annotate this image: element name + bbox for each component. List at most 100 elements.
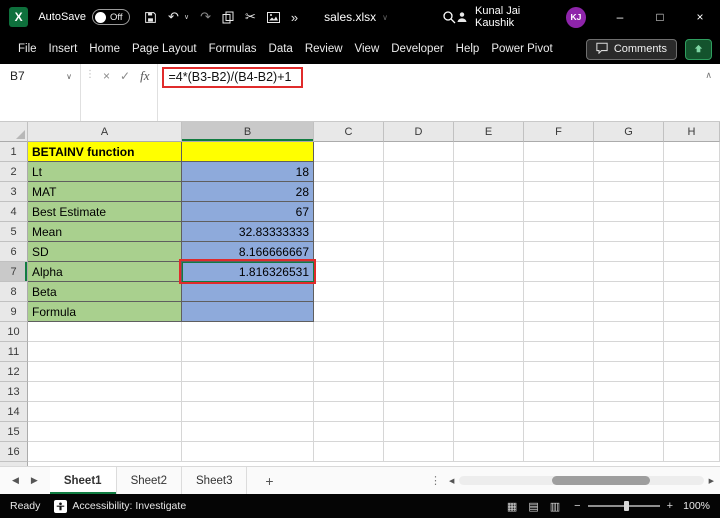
cell-E15[interactable] bbox=[454, 422, 524, 442]
cell-B6[interactable]: 8.166666667 bbox=[182, 242, 314, 262]
cell-H1[interactable] bbox=[664, 142, 720, 162]
sheet-tab-sheet3[interactable]: Sheet3 bbox=[182, 467, 247, 494]
tab-power-pivot[interactable]: Power Pivot bbox=[485, 43, 558, 55]
zoom-slider[interactable] bbox=[588, 505, 660, 507]
cell-B7[interactable]: 1.816326531 bbox=[182, 262, 314, 282]
row-header-4[interactable]: 4 bbox=[0, 202, 28, 222]
cell-G14[interactable] bbox=[594, 402, 664, 422]
cell-C10[interactable] bbox=[314, 322, 384, 342]
cell-A4[interactable]: Best Estimate bbox=[28, 202, 182, 222]
cell-A7[interactable]: Alpha bbox=[28, 262, 182, 282]
row-header-10[interactable]: 10 bbox=[0, 322, 28, 342]
row-header-7[interactable]: 7 bbox=[0, 262, 28, 282]
cell-B10[interactable] bbox=[182, 322, 314, 342]
tab-data[interactable]: Data bbox=[263, 43, 299, 55]
row-header-6[interactable]: 6 bbox=[0, 242, 28, 262]
page-break-view-icon[interactable]: ▥ bbox=[550, 500, 560, 513]
tab-view[interactable]: View bbox=[349, 43, 386, 55]
cell-A2[interactable]: Lt bbox=[28, 162, 182, 182]
tab-developer[interactable]: Developer bbox=[385, 43, 449, 55]
name-box[interactable]: B7 ∨ bbox=[0, 64, 80, 88]
cell-H12[interactable] bbox=[664, 362, 720, 382]
cell-C5[interactable] bbox=[314, 222, 384, 242]
sheet-scroll-left-icon[interactable]: ◀ bbox=[12, 475, 19, 486]
cell-H9[interactable] bbox=[664, 302, 720, 322]
cell-G10[interactable] bbox=[594, 322, 664, 342]
cell-D1[interactable] bbox=[384, 142, 454, 162]
cell-H5[interactable] bbox=[664, 222, 720, 242]
tab-insert[interactable]: Insert bbox=[43, 43, 84, 55]
cell-H15[interactable] bbox=[664, 422, 720, 442]
cell-G13[interactable] bbox=[594, 382, 664, 402]
tab-file[interactable]: File bbox=[12, 43, 43, 55]
column-header-c[interactable]: C bbox=[314, 122, 384, 142]
minimize-button[interactable]: – bbox=[600, 0, 640, 34]
cell-D3[interactable] bbox=[384, 182, 454, 202]
column-header-e[interactable]: E bbox=[454, 122, 524, 142]
account-area[interactable]: Kunal Jai Kaushik KJ bbox=[456, 5, 586, 29]
cell-D15[interactable] bbox=[384, 422, 454, 442]
row-header-1[interactable]: 1 bbox=[0, 142, 28, 162]
cell-G16[interactable] bbox=[594, 442, 664, 462]
page-layout-view-icon[interactable]: ▤ bbox=[528, 500, 538, 513]
cell-C7[interactable] bbox=[314, 262, 384, 282]
cell-D4[interactable] bbox=[384, 202, 454, 222]
save-icon[interactable] bbox=[144, 11, 157, 24]
cell-A6[interactable]: SD bbox=[28, 242, 182, 262]
cell-E7[interactable] bbox=[454, 262, 524, 282]
cell-F14[interactable] bbox=[524, 402, 594, 422]
cell-C8[interactable] bbox=[314, 282, 384, 302]
column-header-h[interactable]: H bbox=[664, 122, 720, 142]
sheet-tab-sheet2[interactable]: Sheet2 bbox=[117, 467, 182, 494]
cell-C6[interactable] bbox=[314, 242, 384, 262]
cancel-button[interactable]: × bbox=[103, 69, 110, 83]
sheet-scroll-right-icon[interactable]: ▶ bbox=[31, 475, 38, 486]
cell-G12[interactable] bbox=[594, 362, 664, 382]
undo-icon[interactable]: ↶ bbox=[168, 9, 179, 25]
toolbar-overflow-icon[interactable]: » bbox=[291, 10, 298, 25]
cell-H4[interactable] bbox=[664, 202, 720, 222]
scroll-right-icon[interactable]: ▶ bbox=[709, 477, 714, 485]
zoom-slider-thumb[interactable] bbox=[624, 501, 629, 511]
cell-E3[interactable] bbox=[454, 182, 524, 202]
cell-H3[interactable] bbox=[664, 182, 720, 202]
accessibility-status[interactable]: Accessibility: Investigate bbox=[54, 500, 186, 513]
zoom-in-icon[interactable]: + bbox=[667, 500, 673, 512]
cell-G4[interactable] bbox=[594, 202, 664, 222]
cell-A11[interactable] bbox=[28, 342, 182, 362]
cell-E2[interactable] bbox=[454, 162, 524, 182]
cell-E5[interactable] bbox=[454, 222, 524, 242]
row-header-11[interactable]: 11 bbox=[0, 342, 28, 362]
copy-icon[interactable] bbox=[222, 11, 234, 24]
scrollbar-track[interactable] bbox=[459, 476, 703, 485]
cell-B14[interactable] bbox=[182, 402, 314, 422]
cell-D13[interactable] bbox=[384, 382, 454, 402]
cell-G3[interactable] bbox=[594, 182, 664, 202]
cell-A13[interactable] bbox=[28, 382, 182, 402]
cell-E14[interactable] bbox=[454, 402, 524, 422]
cell-B8[interactable] bbox=[182, 282, 314, 302]
tab-help[interactable]: Help bbox=[450, 43, 486, 55]
cell-B12[interactable] bbox=[182, 362, 314, 382]
cell-A8[interactable]: Beta bbox=[28, 282, 182, 302]
cell-G9[interactable] bbox=[594, 302, 664, 322]
resize-dots-icon[interactable]: ⋮ bbox=[81, 64, 99, 80]
cell-E8[interactable] bbox=[454, 282, 524, 302]
cell-C9[interactable] bbox=[314, 302, 384, 322]
tab-home[interactable]: Home bbox=[83, 43, 126, 55]
zoom-out-icon[interactable]: − bbox=[574, 500, 580, 512]
cell-H14[interactable] bbox=[664, 402, 720, 422]
row-header-13[interactable]: 13 bbox=[0, 382, 28, 402]
cell-H16[interactable] bbox=[664, 442, 720, 462]
cell-E10[interactable] bbox=[454, 322, 524, 342]
insert-function-button[interactable]: fx bbox=[140, 68, 149, 84]
cell-H13[interactable] bbox=[664, 382, 720, 402]
formula-input[interactable]: =4*(B3-B2)/(B4-B2)+1 bbox=[158, 64, 720, 121]
cell-H7[interactable] bbox=[664, 262, 720, 282]
cell-B4[interactable]: 67 bbox=[182, 202, 314, 222]
cell-B13[interactable] bbox=[182, 382, 314, 402]
autosave-toggle[interactable]: AutoSave Off bbox=[38, 9, 130, 25]
cell-F1[interactable] bbox=[524, 142, 594, 162]
cell-F5[interactable] bbox=[524, 222, 594, 242]
zoom-percent[interactable]: 100% bbox=[680, 500, 710, 512]
